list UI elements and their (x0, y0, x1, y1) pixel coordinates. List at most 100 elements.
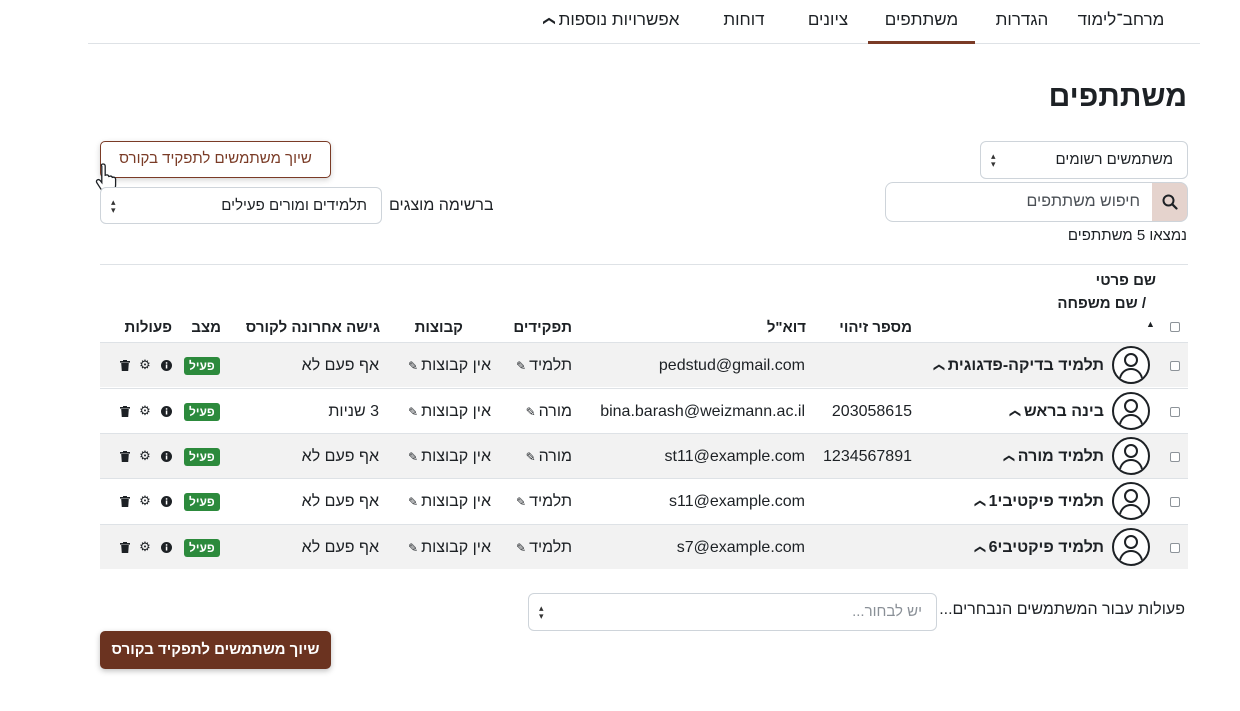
header-status: מצב (191, 319, 221, 336)
participant-name[interactable]: תלמיד מורה ❯ (1003, 434, 1104, 479)
trash-icon[interactable] (118, 358, 132, 372)
participant-name[interactable]: בינה בראש ❯ (1009, 389, 1104, 434)
chevron-down-icon: ❯ (542, 15, 557, 27)
row-checkbox[interactable] (1170, 361, 1180, 371)
user-icon (1119, 444, 1143, 470)
tab-grades[interactable]: ציונים (804, 0, 852, 44)
participant-last-access: אף פעם לא (301, 493, 379, 510)
info-icon[interactable] (159, 404, 173, 418)
gear-icon[interactable]: ⚙ (138, 448, 152, 463)
chevron-down-icon: ❯ (933, 362, 946, 373)
avatar[interactable] (1112, 392, 1150, 430)
gear-icon[interactable]: ⚙ (138, 357, 152, 372)
user-icon (1119, 535, 1143, 561)
participant-groups[interactable]: אין קבוצות✎ (408, 479, 491, 524)
participant-name[interactable]: תלמיד פיקטיבי6 ❯ (974, 525, 1104, 570)
participant-groups[interactable]: אין קבוצות✎ (408, 389, 491, 434)
pencil-icon: ✎ (525, 405, 536, 419)
gear-icon[interactable]: ⚙ (138, 539, 152, 554)
trash-icon[interactable] (118, 494, 132, 508)
participant-id: 1234567891 (823, 448, 912, 465)
header-id[interactable]: מספר זיהוי (839, 319, 912, 336)
search-input[interactable] (885, 182, 1153, 222)
participant-groups[interactable]: אין קבוצות✎ (408, 525, 491, 570)
avatar[interactable] (1112, 482, 1150, 520)
row-checkbox[interactable] (1170, 543, 1180, 553)
participant-last-access: אף פעם לא (301, 357, 379, 374)
participants-search (885, 182, 1188, 222)
participant-name[interactable]: תלמיד פיקטיבי1 ❯ (974, 479, 1104, 524)
search-button[interactable] (1152, 182, 1188, 222)
table-row: תלמיד מורה ❯ 1234567891 st11@example.com… (100, 433, 1188, 478)
pencil-icon: ✎ (408, 541, 419, 555)
participant-name[interactable]: תלמיד בדיקה-פדגוגית ❯ (933, 343, 1104, 388)
pencil-icon: ✎ (408, 359, 419, 373)
pencil-icon: ✎ (516, 541, 527, 555)
filter-select[interactable]: תלמידים ומורים פעילים ▴ ▾ (100, 187, 382, 224)
search-icon (1162, 194, 1178, 210)
trash-icon[interactable] (118, 540, 132, 554)
row-checkbox[interactable] (1170, 452, 1180, 462)
tab-settings[interactable]: הגדרות (991, 0, 1053, 44)
gear-icon[interactable]: ⚙ (138, 493, 152, 508)
header-actions: פעולות (124, 319, 172, 336)
user-icon (1119, 399, 1143, 425)
page-title: משתתפים (1048, 80, 1187, 113)
participant-role[interactable]: מורה✎ (526, 434, 572, 479)
gear-icon[interactable]: ⚙ (138, 403, 152, 418)
header-groups: קבוצות (414, 319, 463, 336)
avatar[interactable] (1112, 528, 1150, 566)
pencil-icon: ✎ (408, 405, 419, 419)
status-badge: פעיל (184, 448, 220, 466)
enrolled-users-select[interactable]: משתמשים רשומים ▴ ▾ (980, 141, 1188, 179)
avatar[interactable] (1112, 437, 1150, 475)
header-last-access[interactable]: גישה אחרונה לקורס (246, 319, 380, 336)
secondary-navigation: מרחב־לימוד הגדרות משתתפים ציונים דוחות א… (88, 0, 1200, 44)
avatar[interactable] (1112, 346, 1150, 384)
info-icon[interactable] (159, 494, 173, 508)
pencil-icon: ✎ (525, 450, 536, 464)
tab-course-home[interactable]: מרחב־לימוד (1075, 0, 1167, 44)
header-email[interactable]: דוא"ל (767, 319, 806, 336)
participant-role[interactable]: תלמיד✎ (516, 525, 572, 570)
tab-reports[interactable]: דוחות (720, 0, 768, 44)
status-badge: פעיל (184, 493, 220, 511)
participant-role[interactable]: מורה✎ (526, 389, 572, 434)
header-first-name[interactable]: שם פרטי (1096, 272, 1156, 289)
pencil-icon: ✎ (408, 495, 419, 509)
divider (100, 264, 1188, 265)
enrol-users-button-bottom[interactable]: שיוך משתמשים לתפקיד בקורס (100, 631, 331, 669)
participant-groups[interactable]: אין קבוצות✎ (408, 434, 491, 479)
status-badge: פעיל (184, 403, 220, 421)
participant-role[interactable]: תלמיד✎ (516, 479, 572, 524)
filter-label: ברשימה מוצגים (389, 197, 494, 214)
participant-last-access: 3 שניות (328, 403, 379, 420)
header-roles: תפקידים (513, 319, 572, 336)
tab-participants[interactable]: משתתפים (868, 0, 975, 44)
participant-id: 203058615 (831, 403, 912, 420)
info-icon[interactable] (159, 358, 173, 372)
participants-count: נמצאו 5 משתתפים (1067, 227, 1187, 244)
participant-groups[interactable]: אין קבוצות✎ (408, 343, 491, 388)
bulk-actions-select[interactable]: יש לבחור... ▴ ▾ (528, 593, 937, 631)
trash-icon[interactable] (118, 449, 132, 463)
user-icon (1119, 489, 1143, 515)
status-badge: פעיל (184, 539, 220, 557)
table-row: תלמיד פיקטיבי1 ❯ s11@example.com תלמיד✎ … (100, 478, 1188, 523)
info-icon[interactable] (159, 449, 173, 463)
chevron-down-icon: ❯ (974, 498, 987, 509)
enrol-users-button-top[interactable]: שיוך משתמשים לתפקיד בקורס (100, 141, 331, 178)
select-arrows-icon: ▴ ▾ (539, 603, 544, 621)
trash-icon[interactable] (118, 404, 132, 418)
chevron-down-icon: ❯ (1003, 453, 1016, 464)
select-arrows-icon: ▴ ▾ (111, 196, 116, 215)
row-checkbox[interactable] (1170, 497, 1180, 507)
participant-role[interactable]: תלמיד✎ (516, 343, 572, 388)
select-all-checkbox[interactable] (1170, 322, 1180, 332)
header-last-name[interactable]: / שם משפחה (1057, 295, 1146, 312)
tab-more-options[interactable]: אפשרויות נוספות❯ (536, 0, 688, 44)
row-checkbox[interactable] (1170, 407, 1180, 417)
status-badge: פעיל (184, 357, 220, 375)
info-icon[interactable] (159, 540, 173, 554)
chevron-down-icon: ❯ (1009, 408, 1022, 419)
